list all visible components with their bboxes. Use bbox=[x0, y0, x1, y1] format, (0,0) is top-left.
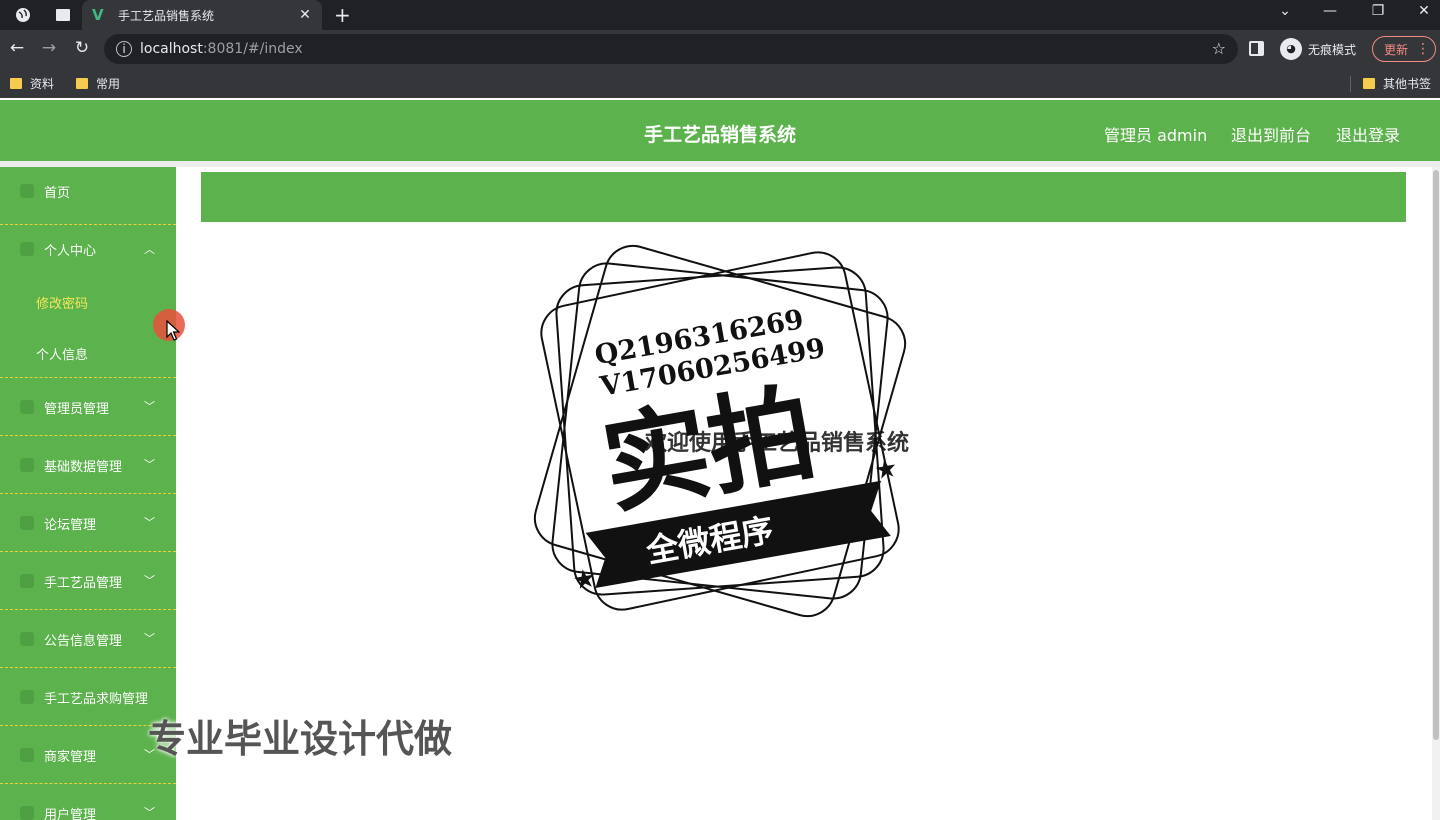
home-icon bbox=[20, 184, 34, 198]
folder-icon bbox=[76, 78, 88, 89]
logout-link[interactable]: 退出登录 bbox=[1336, 122, 1400, 146]
notice-icon bbox=[20, 632, 34, 646]
update-button[interactable]: 更新 ⋮ bbox=[1372, 36, 1436, 62]
bookmarks-bar: 资料 常用 其他书签 bbox=[0, 68, 1440, 98]
sidebar-item-crafts[interactable]: 手工艺品管理 ﹀ bbox=[0, 552, 176, 610]
star-icon[interactable]: ☆ bbox=[1212, 39, 1226, 58]
bookmark-label: 资料 bbox=[30, 77, 55, 91]
reload-icon[interactable]: ↻ bbox=[71, 38, 93, 58]
tab-title: 手工艺品销售系统 bbox=[118, 8, 215, 23]
chevron-down-icon: ﹀ bbox=[144, 400, 155, 413]
close-icon[interactable]: ✕ bbox=[294, 7, 316, 23]
submenu-personal-info[interactable]: 个人信息 bbox=[36, 344, 88, 363]
window-close-icon[interactable]: ✕ bbox=[1412, 3, 1436, 19]
address-bar[interactable]: i localhost:8081/#/index ☆ bbox=[104, 34, 1238, 64]
globe-icon[interactable] bbox=[12, 4, 34, 26]
svg-text:★: ★ bbox=[872, 453, 900, 487]
bookmark-label: 常用 bbox=[96, 77, 121, 91]
url-path: :8081/#/index bbox=[202, 41, 303, 57]
current-user-label: 管理员 admin bbox=[1104, 126, 1208, 145]
users-icon bbox=[20, 806, 34, 820]
minimize-icon[interactable]: — bbox=[1318, 3, 1342, 19]
tab-list-chevron-icon[interactable]: ⌄ bbox=[1273, 3, 1297, 19]
app-header: 手工艺品销售系统 管理员 admin 退出到前台 退出登录 bbox=[0, 100, 1440, 161]
content-header-banner bbox=[201, 172, 1406, 222]
bookmark-folder-changyong[interactable]: 常用 bbox=[76, 75, 120, 92]
craft-icon bbox=[20, 574, 34, 588]
site-info-icon[interactable]: i bbox=[116, 41, 132, 57]
svg-text:★: ★ bbox=[570, 563, 598, 597]
chevron-down-icon: ﹀ bbox=[144, 516, 155, 529]
folder-icon bbox=[1363, 78, 1375, 89]
update-label: 更新 bbox=[1384, 42, 1409, 57]
browser-tab-strip: V 手工艺品销售系统 ✕ + ⌄ — ❐ ✕ bbox=[0, 0, 1440, 30]
vue-favicon-icon: V bbox=[92, 6, 104, 24]
sidebar-item-label: 用户管理 bbox=[44, 808, 97, 820]
bookmark-label: 其他书签 bbox=[1383, 77, 1432, 91]
sidebar-item-label: 首页 bbox=[44, 186, 71, 201]
sidebar-item-label: 基础数据管理 bbox=[44, 460, 123, 475]
app-title: 手工艺品销售系统 bbox=[643, 124, 796, 146]
sidebar-item-home[interactable]: 首页 bbox=[0, 167, 176, 225]
mouse-cursor-icon bbox=[166, 320, 180, 341]
page-scrollbar-thumb[interactable] bbox=[1433, 170, 1439, 740]
sidebar-item-label: 管理员管理 bbox=[44, 402, 110, 417]
sidebar-item-label: 手工艺品求购管理 bbox=[44, 692, 149, 707]
submenu-change-password[interactable]: 修改密码 bbox=[36, 293, 88, 312]
sidebar-item-notices[interactable]: 公告信息管理 ﹀ bbox=[0, 610, 176, 668]
sidebar-item-label: 个人中心 bbox=[44, 244, 97, 259]
sidebar-item-admin-manage[interactable]: 管理员管理 ﹀ bbox=[0, 378, 176, 436]
sidebar-item-base-data[interactable]: 基础数据管理 ﹀ bbox=[0, 436, 176, 494]
folder-icon bbox=[10, 78, 22, 89]
sidebar-item-personal-center[interactable]: 个人中心 ︿ 修改密码 个人信息 bbox=[0, 225, 176, 378]
browser-tab-active[interactable]: V 手工艺品销售系统 ✕ bbox=[82, 0, 322, 30]
chevron-down-icon: ﹀ bbox=[144, 806, 155, 819]
tab-search-icon[interactable] bbox=[52, 4, 74, 26]
user-icon bbox=[20, 242, 34, 256]
side-panel-icon[interactable] bbox=[1249, 41, 1264, 56]
bookmark-separator bbox=[1350, 76, 1351, 92]
new-tab-plus-icon[interactable]: + bbox=[334, 3, 351, 27]
incognito-icon[interactable]: ◕ bbox=[1280, 38, 1302, 60]
exit-to-frontend-link[interactable]: 退出到前台 bbox=[1231, 122, 1311, 146]
sidebar-item-label: 商家管理 bbox=[44, 750, 97, 765]
kebab-menu-icon[interactable]: ⋮ bbox=[1416, 41, 1430, 57]
data-icon bbox=[20, 458, 34, 472]
browser-toolbar: ← → ↻ i localhost:8081/#/index ☆ ◕ 无痕模式 … bbox=[0, 30, 1440, 68]
forward-arrow-icon[interactable]: → bbox=[38, 38, 60, 58]
incognito-label: 无痕模式 bbox=[1308, 43, 1357, 57]
purchase-icon bbox=[20, 690, 34, 704]
shop-icon bbox=[20, 748, 34, 762]
chevron-up-icon: ︿ bbox=[144, 243, 155, 256]
back-arrow-icon[interactable]: ← bbox=[6, 38, 28, 58]
chevron-down-icon: ﹀ bbox=[144, 574, 155, 587]
sidebar-item-label: 公告信息管理 bbox=[44, 634, 123, 649]
forum-icon bbox=[20, 516, 34, 530]
admin-icon bbox=[20, 400, 34, 414]
sidebar-item-users[interactable]: 用户管理 ﹀ bbox=[0, 784, 176, 820]
watermark-stamp: Q2196316269 V17060256499 实拍 全微程序 ★ ★ bbox=[533, 244, 907, 618]
bookmark-folder-ziliao[interactable]: 资料 bbox=[10, 75, 54, 92]
restore-icon[interactable]: ❐ bbox=[1366, 3, 1390, 19]
url-host: localhost bbox=[140, 41, 203, 57]
other-bookmarks-folder[interactable]: 其他书签 bbox=[1363, 75, 1431, 92]
sidebar-item-label: 手工艺品管理 bbox=[44, 576, 123, 591]
sidebar-item-label: 论坛管理 bbox=[44, 518, 97, 533]
sidebar-item-forum[interactable]: 论坛管理 ﹀ bbox=[0, 494, 176, 552]
chevron-down-icon: ﹀ bbox=[144, 458, 155, 471]
watermark-text: 专业毕业设计代做 bbox=[148, 717, 453, 761]
header-divider bbox=[0, 161, 1440, 167]
chevron-down-icon: ﹀ bbox=[144, 632, 155, 645]
